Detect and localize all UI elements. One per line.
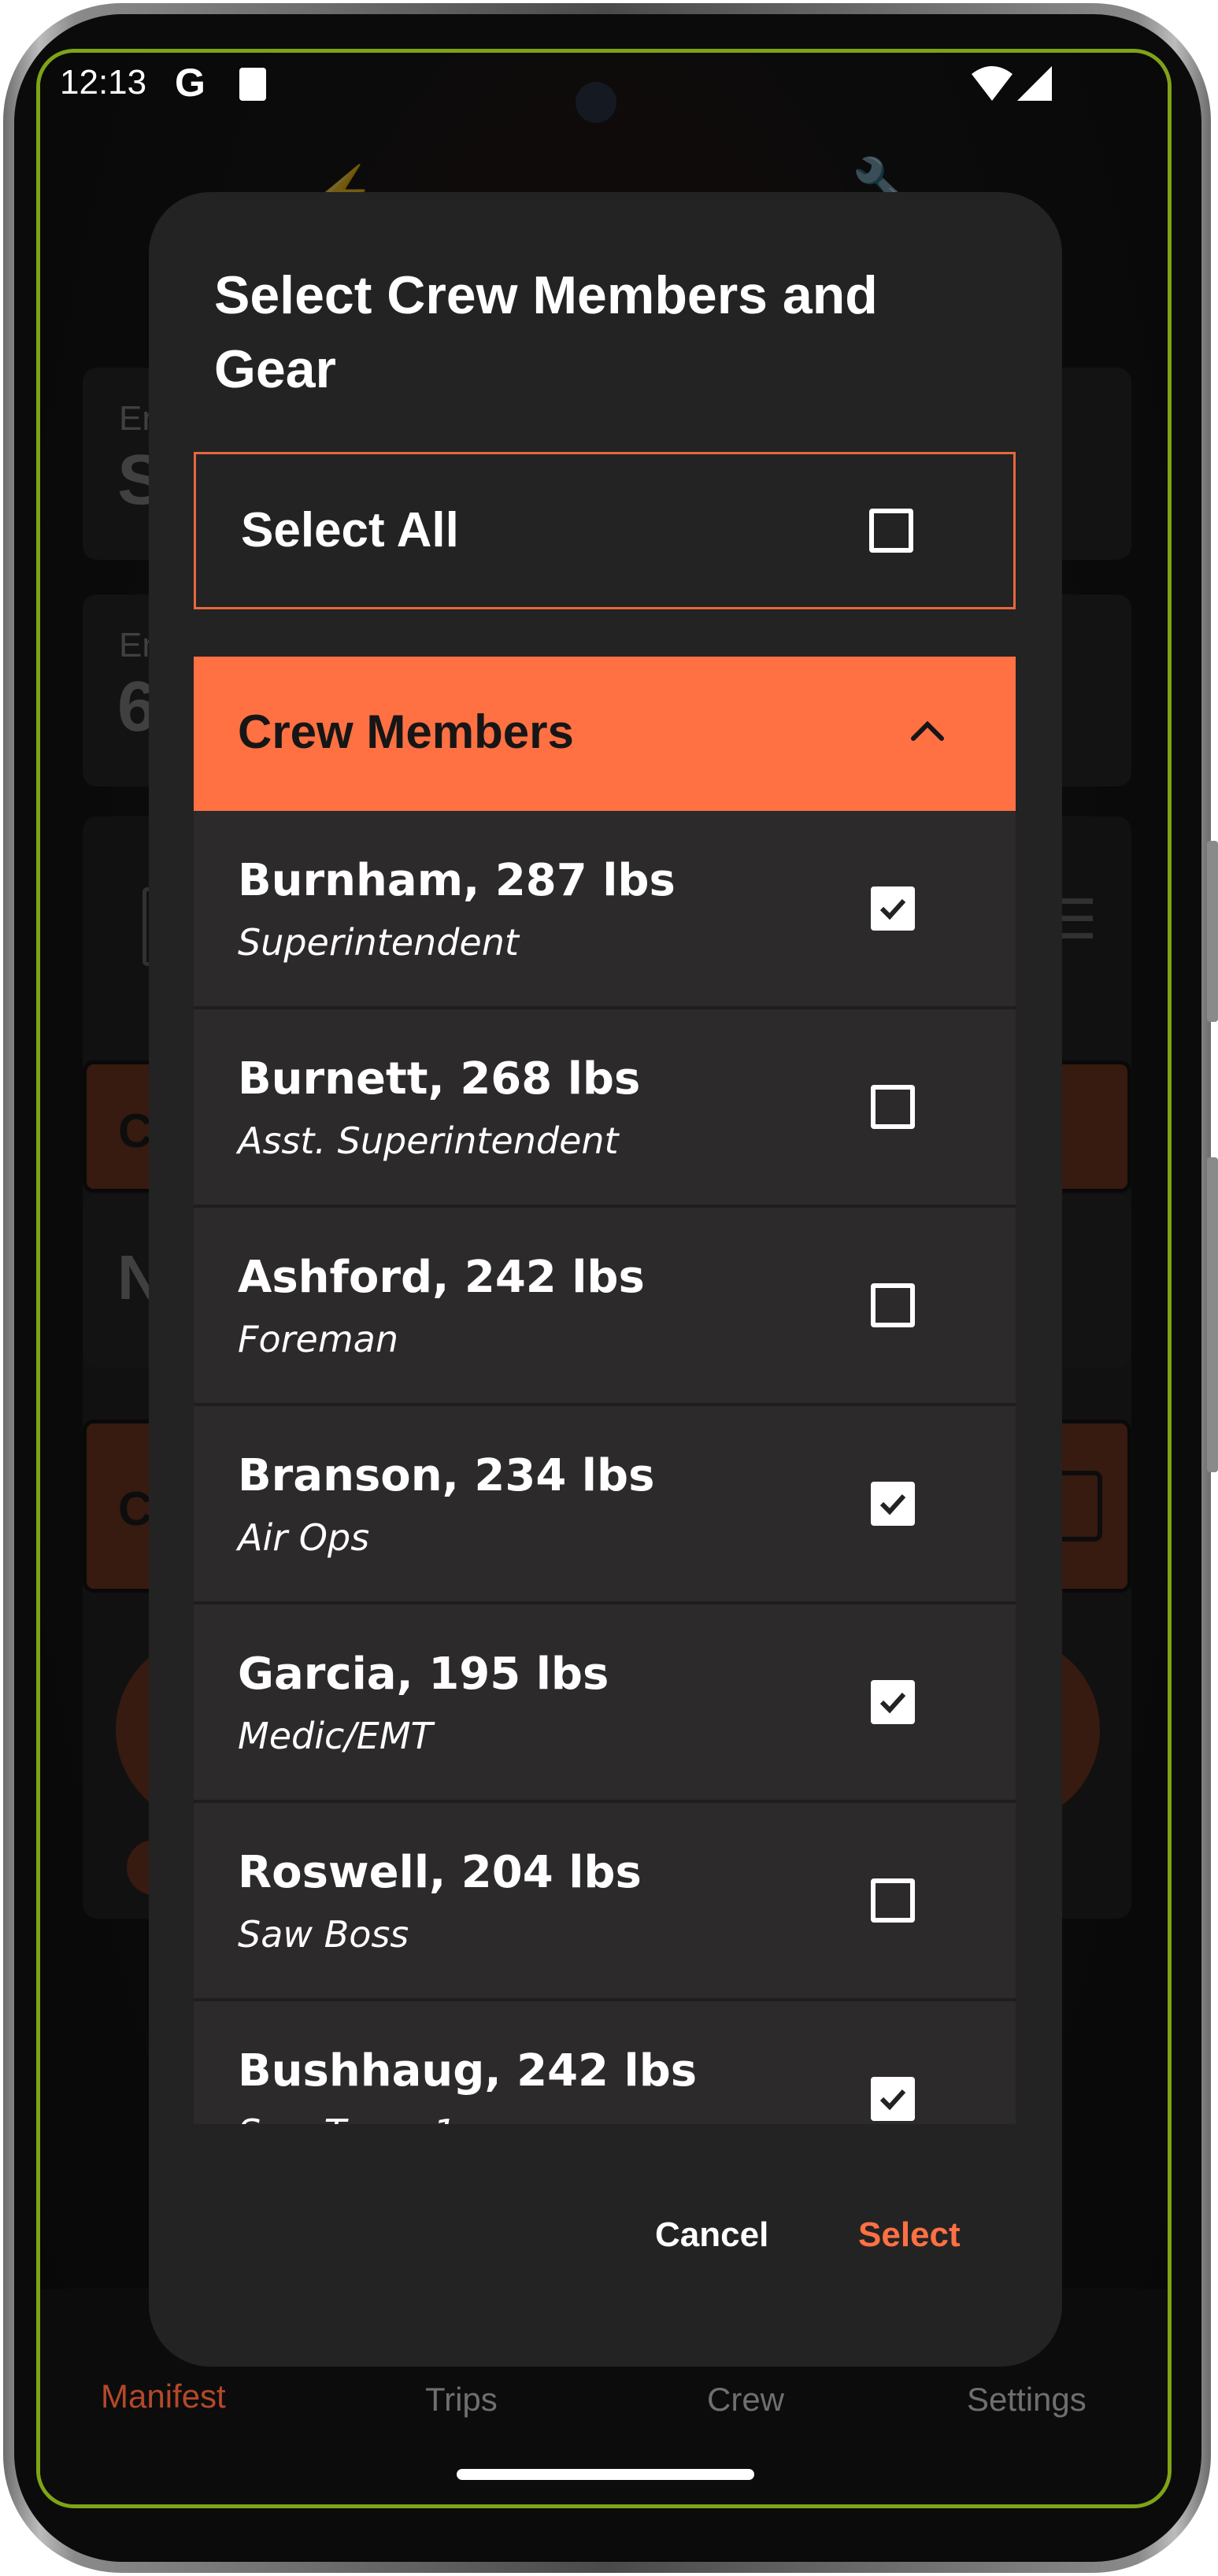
crew-row[interactable]: Bushhaug, 242 lbs Saw Team 1 [194,2001,1016,2124]
crew-checkbox[interactable] [871,1878,915,1923]
crew-checkbox[interactable] [871,1085,915,1129]
nav-crew[interactable]: Crew [707,2381,784,2419]
crew-name: Branson, 234 lbs [238,1450,655,1501]
cancel-button[interactable]: Cancel [655,2215,768,2255]
front-camera [576,82,616,123]
select-button[interactable]: Select [858,2215,961,2255]
crew-list: Burnham, 287 lbs Superintendent Burnett,… [194,811,1016,2124]
crew-row[interactable]: Garcia, 195 lbs Medic/EMT [194,1604,1016,1800]
crew-row[interactable]: Roswell, 204 lbs Saw Boss [194,1803,1016,1998]
volume-button [1207,841,1218,1022]
crew-name: Burnham, 287 lbs [238,855,676,906]
checkmark-icon [879,1692,906,1714]
select-all-label: Select All [241,503,459,557]
nav-manifest[interactable]: Manifest [101,2378,226,2415]
checkmark-icon [879,898,906,920]
crew-row[interactable]: Burnett, 268 lbs Asst. Superintendent [194,1009,1016,1205]
crew-role: Saw Team 1 [238,2112,456,2124]
wifi-icon [972,66,1013,101]
crew-name: Burnett, 268 lbs [238,1053,641,1105]
crew-checkbox[interactable] [871,2077,915,2121]
checkmark-icon [879,2089,906,2111]
crew-role: Superintendent [238,921,519,964]
crew-checkbox[interactable] [871,1482,915,1526]
select-all-checkbox[interactable] [869,509,913,553]
crew-role: Asst. Superintendent [238,1120,619,1162]
crew-row[interactable]: Ashford, 242 lbs Foreman [194,1208,1016,1403]
crew-row[interactable]: Burnham, 287 lbs Superintendent [194,811,1016,1006]
crew-role: Saw Boss [238,1913,409,1956]
crew-checkbox[interactable] [871,886,915,931]
crew-row[interactable]: Branson, 234 lbs Air Ops [194,1406,1016,1601]
section-label: Crew Members [238,705,574,758]
crew-role: Medic/EMT [238,1715,433,1757]
crew-name: Ashford, 242 lbs [238,1252,645,1303]
crew-name: Bushhaug, 242 lbs [238,2045,698,2097]
chevron-up-icon[interactable] [909,718,946,743]
checkmark-icon [879,1493,906,1516]
signal-icon [1017,66,1052,101]
crew-checkbox[interactable] [871,1680,915,1724]
dialog-title: Select Crew Members and Gear [214,265,878,399]
google-icon: G [175,61,205,105]
crew-checkbox[interactable] [871,1283,915,1327]
crew-name: Roswell, 204 lbs [238,1847,642,1898]
power-button [1207,1157,1218,1472]
sd-card-icon [239,68,266,101]
status-time: 12:13 [60,63,147,102]
home-gesture-bar[interactable] [457,2469,754,2480]
crew-name: Garcia, 195 lbs [238,1649,609,1700]
nav-settings[interactable]: Settings [967,2381,1087,2419]
crew-role: Air Ops [238,1516,370,1559]
nav-trips[interactable]: Trips [425,2381,498,2419]
crew-role: Foreman [238,1318,398,1360]
